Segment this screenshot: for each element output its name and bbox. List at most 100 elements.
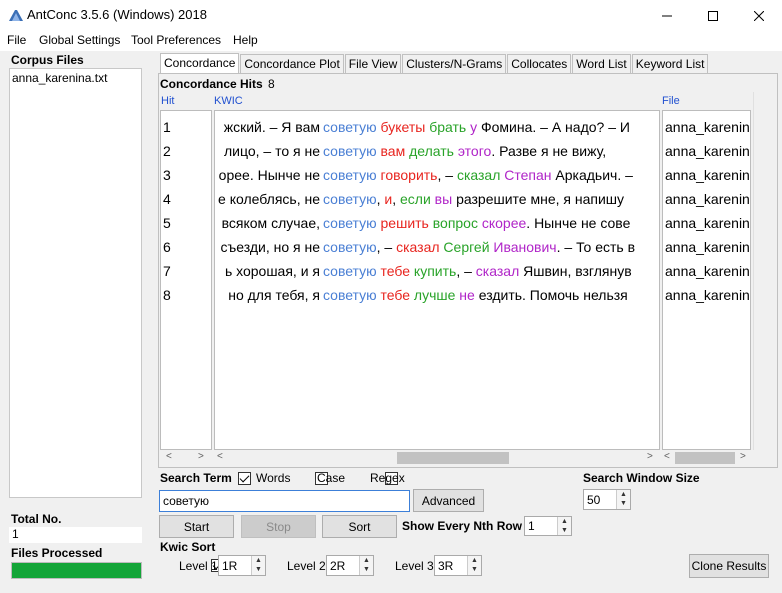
file-scroll-thumb[interactable] xyxy=(675,452,735,464)
kwic-context-word[interactable]: сказал xyxy=(392,239,439,255)
kwic-right-context[interactable]: советую тебе лучше не ездить. Помочь нел… xyxy=(323,283,628,307)
hit-number[interactable]: 5 xyxy=(163,211,171,235)
spinner-arrows-icon[interactable]: ▲ ▼ xyxy=(557,517,571,535)
kwic-context-word[interactable]: Яшвин, взглянув xyxy=(519,263,632,279)
vertical-scrollbar[interactable] xyxy=(753,92,771,450)
kwic-left-context[interactable]: съезди, но я не xyxy=(220,235,320,259)
maximize-button[interactable] xyxy=(690,0,736,31)
kwic-right-context[interactable]: советую говорить, – сказал Степан Аркадь… xyxy=(323,163,633,187)
file-name[interactable]: anna_karenina xyxy=(665,187,750,211)
kwic-context-word[interactable]: сказал xyxy=(453,167,500,183)
hit-number[interactable]: 8 xyxy=(163,283,171,307)
kwic-keyword[interactable]: советую xyxy=(323,167,377,183)
kwic-keyword[interactable]: советую xyxy=(323,191,377,207)
minimize-button[interactable] xyxy=(644,0,690,31)
kwic-hscrollbar[interactable]: < > xyxy=(214,450,660,466)
tab-concordance[interactable]: Concordance xyxy=(160,53,240,74)
kwic-keyword[interactable]: советую xyxy=(323,119,377,135)
nth-row-spinner[interactable]: 1 ▲ ▼ xyxy=(524,516,572,536)
corpus-file-list[interactable]: anna_karenina.txt xyxy=(9,68,142,498)
hit-number[interactable]: 4 xyxy=(163,187,171,211)
kwic-context-word[interactable]: Степан xyxy=(500,167,551,183)
kwic-context-word[interactable]: ездить. Помочь нельзя xyxy=(475,287,628,303)
tab-keyword-list[interactable]: Keyword List xyxy=(631,54,709,74)
kwic-left-context[interactable]: орее. Нынче не xyxy=(219,163,320,187)
menu-help[interactable]: Help xyxy=(233,33,258,47)
tab-collocates[interactable]: Collocates xyxy=(507,54,572,74)
sort-button[interactable]: Sort xyxy=(322,515,397,538)
kwic-context-word[interactable]: , – xyxy=(437,167,453,183)
kwic-left-context[interactable]: е колеблясь, не xyxy=(218,187,320,211)
kwic-context-word[interactable]: сказал xyxy=(472,263,519,279)
kwic-context-word[interactable]: тебе xyxy=(377,287,411,303)
kwic-context-word[interactable]: , – xyxy=(377,239,393,255)
kwic-context-word[interactable]: Сергей xyxy=(440,239,489,255)
scroll-right-icon[interactable]: > xyxy=(740,451,746,462)
kwic-right-context[interactable]: советую, – сказал Сергей Иванович. – То … xyxy=(323,235,635,259)
stop-button[interactable]: Stop xyxy=(241,515,316,538)
kwic-right-context[interactable]: советую вам делать этого. Разве я не виж… xyxy=(323,139,606,163)
kwic-keyword[interactable]: советую xyxy=(323,263,377,279)
level3-spinner[interactable]: 3R ▲ ▼ xyxy=(434,555,482,576)
kwic-keyword[interactable]: советую xyxy=(323,287,377,303)
file-pane[interactable]: anna_karenina anna_karenina anna_karenina a… xyxy=(662,110,751,450)
kwic-keyword[interactable]: советую xyxy=(323,239,377,255)
kwic-pane[interactable]: жский. – Я вам советую букеты брать у Фо… xyxy=(214,110,660,450)
file-name[interactable]: anna_karenina xyxy=(665,211,750,235)
kwic-context-word[interactable]: вопрос xyxy=(429,215,478,231)
kwic-context-word[interactable]: Иванович xyxy=(490,239,556,255)
kwic-right-context[interactable]: советую, и, если вы разрешите мне, я нап… xyxy=(323,187,624,211)
kwic-context-word[interactable]: разрешите мне, я напишу xyxy=(452,191,624,207)
tab-file-view[interactable]: File View xyxy=(344,54,402,74)
kwic-column-header[interactable]: KWIC xyxy=(214,95,243,107)
spinner-arrows-icon[interactable]: ▲ ▼ xyxy=(616,490,630,509)
kwic-left-context[interactable]: ь хорошая, и я xyxy=(225,259,320,283)
file-name[interactable]: anna_karenina xyxy=(665,235,750,259)
scroll-right-icon[interactable]: > xyxy=(198,451,204,462)
scroll-left-icon[interactable]: < xyxy=(166,451,172,462)
kwic-context-word[interactable]: купить xyxy=(410,263,456,279)
kwic-left-context[interactable]: всяком случае, xyxy=(222,211,320,235)
menu-tool-preferences[interactable]: Tool Preferences xyxy=(131,33,221,47)
kwic-context-word[interactable]: у xyxy=(466,119,477,135)
kwic-left-context[interactable]: но для тебя, я xyxy=(228,283,320,307)
scroll-right-icon[interactable]: > xyxy=(647,451,653,462)
hit-pane[interactable]: 12345678 xyxy=(160,110,212,450)
kwic-context-word[interactable]: , – xyxy=(456,263,472,279)
kwic-context-word[interactable]: брать xyxy=(425,119,466,135)
tab-clusters-ngrams[interactable]: Clusters/N-Grams xyxy=(402,54,507,74)
search-window-size-spinner[interactable]: 50 ▲ ▼ xyxy=(583,489,631,510)
search-term-input[interactable]: советую xyxy=(159,490,410,512)
file-hscrollbar[interactable]: < > xyxy=(662,450,772,466)
file-column-header[interactable]: File xyxy=(662,95,680,107)
corpus-file-item[interactable]: anna_karenina.txt xyxy=(10,69,141,87)
hit-number[interactable]: 7 xyxy=(163,259,171,283)
kwic-context-word[interactable]: букеты xyxy=(377,119,426,135)
menu-file[interactable]: File xyxy=(7,33,26,47)
spinner-arrows-icon[interactable]: ▲ ▼ xyxy=(251,556,265,575)
kwic-context-word[interactable]: если xyxy=(396,191,431,207)
hit-number[interactable]: 1 xyxy=(163,115,171,139)
clone-results-button[interactable]: Clone Results xyxy=(689,554,769,578)
kwic-context-word[interactable]: и xyxy=(381,191,392,207)
spinner-arrows-icon[interactable]: ▲ ▼ xyxy=(467,556,481,575)
close-button[interactable] xyxy=(736,0,782,31)
advanced-button[interactable]: Advanced xyxy=(413,489,484,512)
kwic-context-word[interactable]: . Нынче не сове xyxy=(526,215,630,231)
kwic-context-word[interactable]: Аркадьич. – xyxy=(552,167,633,183)
kwic-right-context[interactable]: советую букеты брать у Фомина. – А надо?… xyxy=(323,115,630,139)
start-button[interactable]: Start xyxy=(159,515,234,538)
tab-concordance-plot[interactable]: Concordance Plot xyxy=(240,54,344,74)
file-name[interactable]: anna_karenina xyxy=(665,163,750,187)
kwic-context-word[interactable]: . Разве я не вижу, xyxy=(491,143,606,159)
kwic-scroll-thumb[interactable] xyxy=(397,452,509,464)
level2-spinner[interactable]: 2R ▲ ▼ xyxy=(326,555,374,576)
kwic-context-word[interactable]: вы xyxy=(431,191,453,207)
file-name[interactable]: anna_karenina xyxy=(665,115,750,139)
kwic-right-context[interactable]: советую решить вопрос скорее. Нынче не с… xyxy=(323,211,630,235)
file-name[interactable]: anna_karenina xyxy=(665,259,750,283)
kwic-keyword[interactable]: советую xyxy=(323,215,377,231)
kwic-left-context[interactable]: лицо, – то я не xyxy=(224,139,320,163)
level1-spinner[interactable]: 1R ▲ ▼ xyxy=(218,555,266,576)
hit-hscrollbar[interactable]: < > xyxy=(160,450,212,466)
